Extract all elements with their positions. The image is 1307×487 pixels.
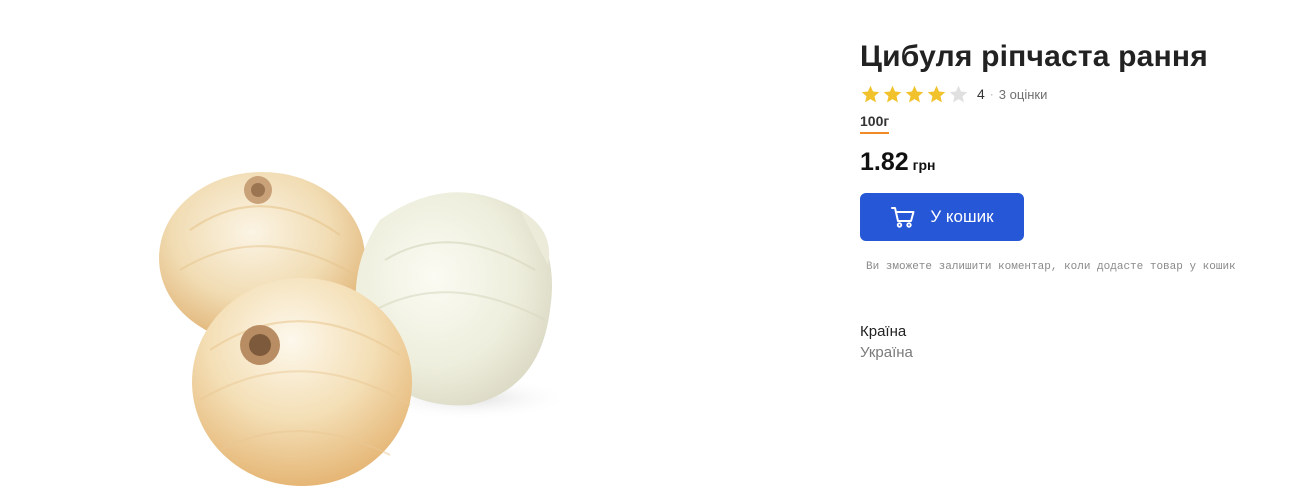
separator-dot: · bbox=[989, 87, 994, 101]
product-info: Цибуля ріпчаста рання 4 · 3 оцінки 100г … bbox=[860, 38, 1300, 361]
star-filled-icon bbox=[883, 85, 902, 102]
star-filled-icon bbox=[861, 85, 880, 102]
rating-row[interactable]: 4 · 3 оцінки bbox=[860, 82, 1300, 106]
cart-icon bbox=[891, 207, 915, 228]
price-amount: 1.82 bbox=[860, 148, 909, 176]
country-label: Країна bbox=[860, 323, 907, 340]
weight-option-selected[interactable]: 100г bbox=[860, 112, 890, 134]
product-image-area bbox=[0, 0, 760, 487]
rating-count-link[interactable]: 3 оцінки bbox=[999, 87, 1048, 102]
add-to-cart-label: У кошик bbox=[930, 207, 994, 226]
comment-hint: Ви зможете залишити коментар, коли додас… bbox=[866, 261, 1236, 273]
star-empty-icon bbox=[949, 85, 968, 102]
rating-value: 4 bbox=[977, 86, 985, 102]
country-value: Україна bbox=[860, 344, 913, 361]
star-filled-icon bbox=[927, 85, 946, 102]
product-image bbox=[159, 172, 570, 486]
add-to-cart-button[interactable]: У кошик bbox=[860, 193, 1024, 241]
rating-stars bbox=[860, 84, 969, 105]
price-currency: грн bbox=[912, 157, 936, 173]
product-title: Цибуля ріпчаста рання bbox=[860, 40, 1208, 73]
star-filled-icon bbox=[905, 85, 924, 102]
price: 1.82 грн bbox=[860, 148, 1300, 177]
